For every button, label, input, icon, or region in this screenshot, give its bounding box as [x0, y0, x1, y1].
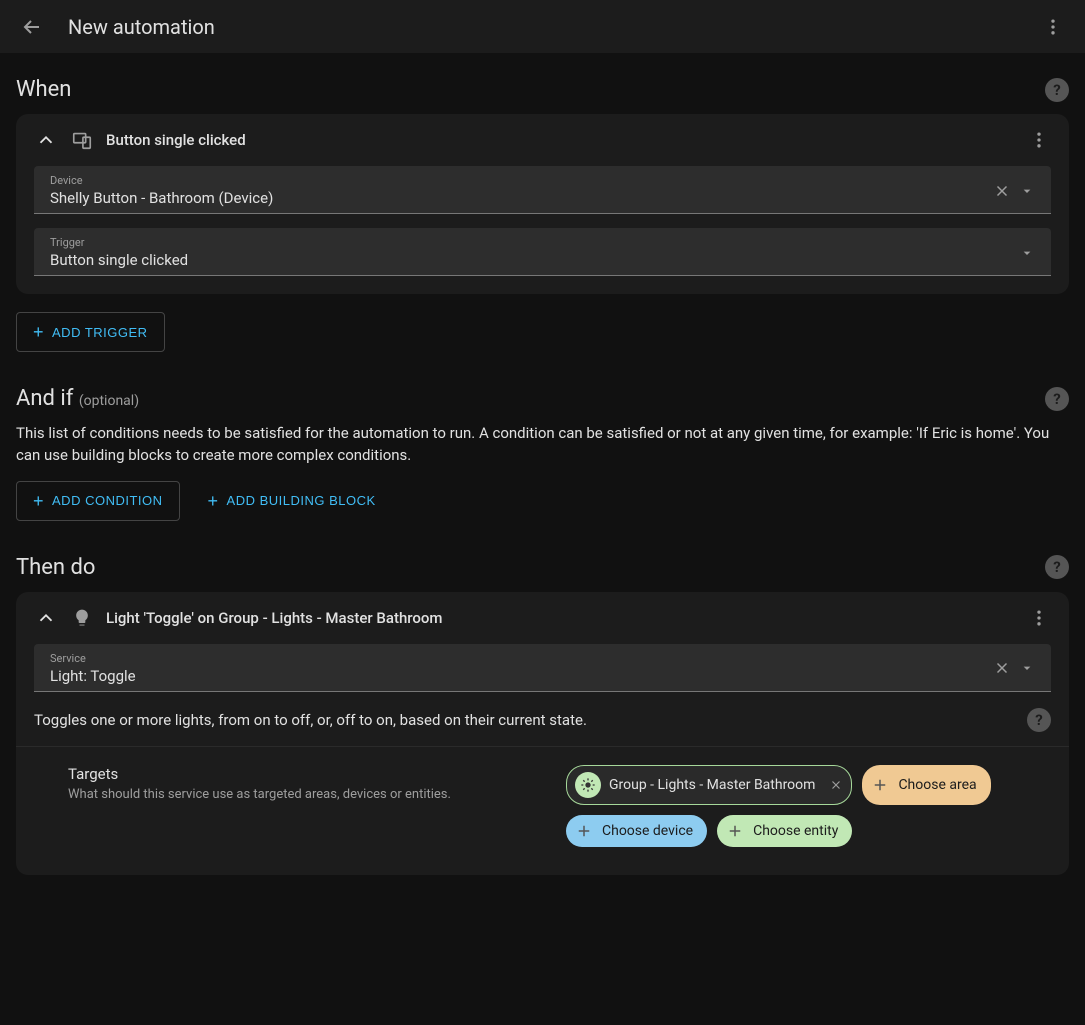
dropdown-icon[interactable] — [1015, 183, 1039, 199]
page-title: New automation — [68, 15, 1033, 39]
condition-description: This list of conditions needs to be sati… — [16, 423, 1069, 467]
entity-icon — [575, 772, 601, 798]
chevron-up-icon[interactable] — [34, 128, 58, 152]
dropdown-icon[interactable] — [1015, 660, 1039, 676]
targets-title: Targets — [68, 765, 548, 783]
help-icon[interactable]: ? — [1045, 555, 1069, 579]
chip-label: Group - Lights - Master Bathroom — [609, 777, 815, 793]
service-label: Service — [50, 652, 989, 665]
back-button[interactable] — [12, 7, 52, 47]
plus-icon — [870, 775, 890, 795]
service-combobox[interactable]: Service Light: Toggle — [34, 644, 1051, 692]
service-value: Light: Toggle — [50, 667, 989, 685]
add-trigger-button[interactable]: + ADD TRIGGER — [16, 312, 165, 352]
action-card-title: Light 'Toggle' on Group - Lights - Maste… — [106, 609, 1015, 627]
choose-area-chip[interactable]: Choose area — [862, 765, 990, 805]
add-trigger-label: ADD TRIGGER — [52, 325, 148, 340]
help-icon[interactable]: ? — [1045, 387, 1069, 411]
card-menu-button[interactable] — [1027, 606, 1051, 630]
add-building-block-label: ADD BUILDING BLOCK — [227, 493, 376, 508]
help-icon[interactable]: ? — [1027, 708, 1051, 732]
chevron-up-icon[interactable] — [34, 606, 58, 630]
add-building-block-button[interactable]: + ADD BUILDING BLOCK — [192, 481, 392, 521]
trigger-card: Button single clicked Device Shelly Butt… — [16, 114, 1069, 294]
plus-icon — [574, 821, 594, 841]
device-value: Shelly Button - Bathroom (Device) — [50, 189, 989, 207]
section-header-andif: And if (optional) ? — [16, 386, 1069, 411]
header-menu-button[interactable] — [1033, 7, 1073, 47]
plus-icon — [725, 821, 745, 841]
chip-remove-icon[interactable] — [829, 778, 843, 792]
card-menu-button[interactable] — [1027, 128, 1051, 152]
service-description: Toggles one or more lights, from on to o… — [34, 711, 1027, 729]
choose-device-chip[interactable]: Choose device — [566, 815, 707, 847]
section-header-when: When ? — [16, 77, 1069, 102]
chip-label: Choose device — [602, 823, 693, 839]
add-condition-button[interactable]: + ADD CONDITION — [16, 481, 180, 521]
section-title-thendo: Then do — [16, 555, 1045, 580]
selected-entity-chip[interactable]: Group - Lights - Master Bathroom — [566, 765, 852, 805]
choose-entity-chip[interactable]: Choose entity — [717, 815, 852, 847]
targets-subtitle: What should this service use as targeted… — [68, 787, 548, 802]
trigger-label: Trigger — [50, 236, 1015, 249]
action-card: Light 'Toggle' on Group - Lights - Maste… — [16, 592, 1069, 875]
clear-icon[interactable] — [989, 659, 1015, 677]
plus-icon: + — [33, 492, 44, 510]
lightbulb-icon — [70, 606, 94, 630]
add-condition-label: ADD CONDITION — [52, 493, 163, 508]
clear-icon[interactable] — [989, 182, 1015, 200]
dropdown-icon[interactable] — [1015, 245, 1039, 261]
section-title-when: When — [16, 77, 1045, 102]
help-icon[interactable]: ? — [1045, 78, 1069, 102]
target-chips: Group - Lights - Master Bathroom Choose … — [566, 765, 1035, 847]
plus-icon: + — [208, 492, 219, 510]
trigger-card-title: Button single clicked — [106, 131, 1015, 149]
trigger-value: Button single clicked — [50, 251, 1015, 269]
device-combobox[interactable]: Device Shelly Button - Bathroom (Device) — [34, 166, 1051, 214]
plus-icon: + — [33, 323, 44, 341]
chip-label: Choose area — [898, 777, 976, 793]
section-title-andif: And if (optional) — [16, 386, 1045, 411]
trigger-combobox[interactable]: Trigger Button single clicked — [34, 228, 1051, 276]
section-header-thendo: Then do ? — [16, 555, 1069, 580]
device-label: Device — [50, 174, 989, 187]
device-icon — [70, 128, 94, 152]
chip-label: Choose entity — [753, 823, 838, 839]
app-header: New automation — [0, 0, 1085, 53]
